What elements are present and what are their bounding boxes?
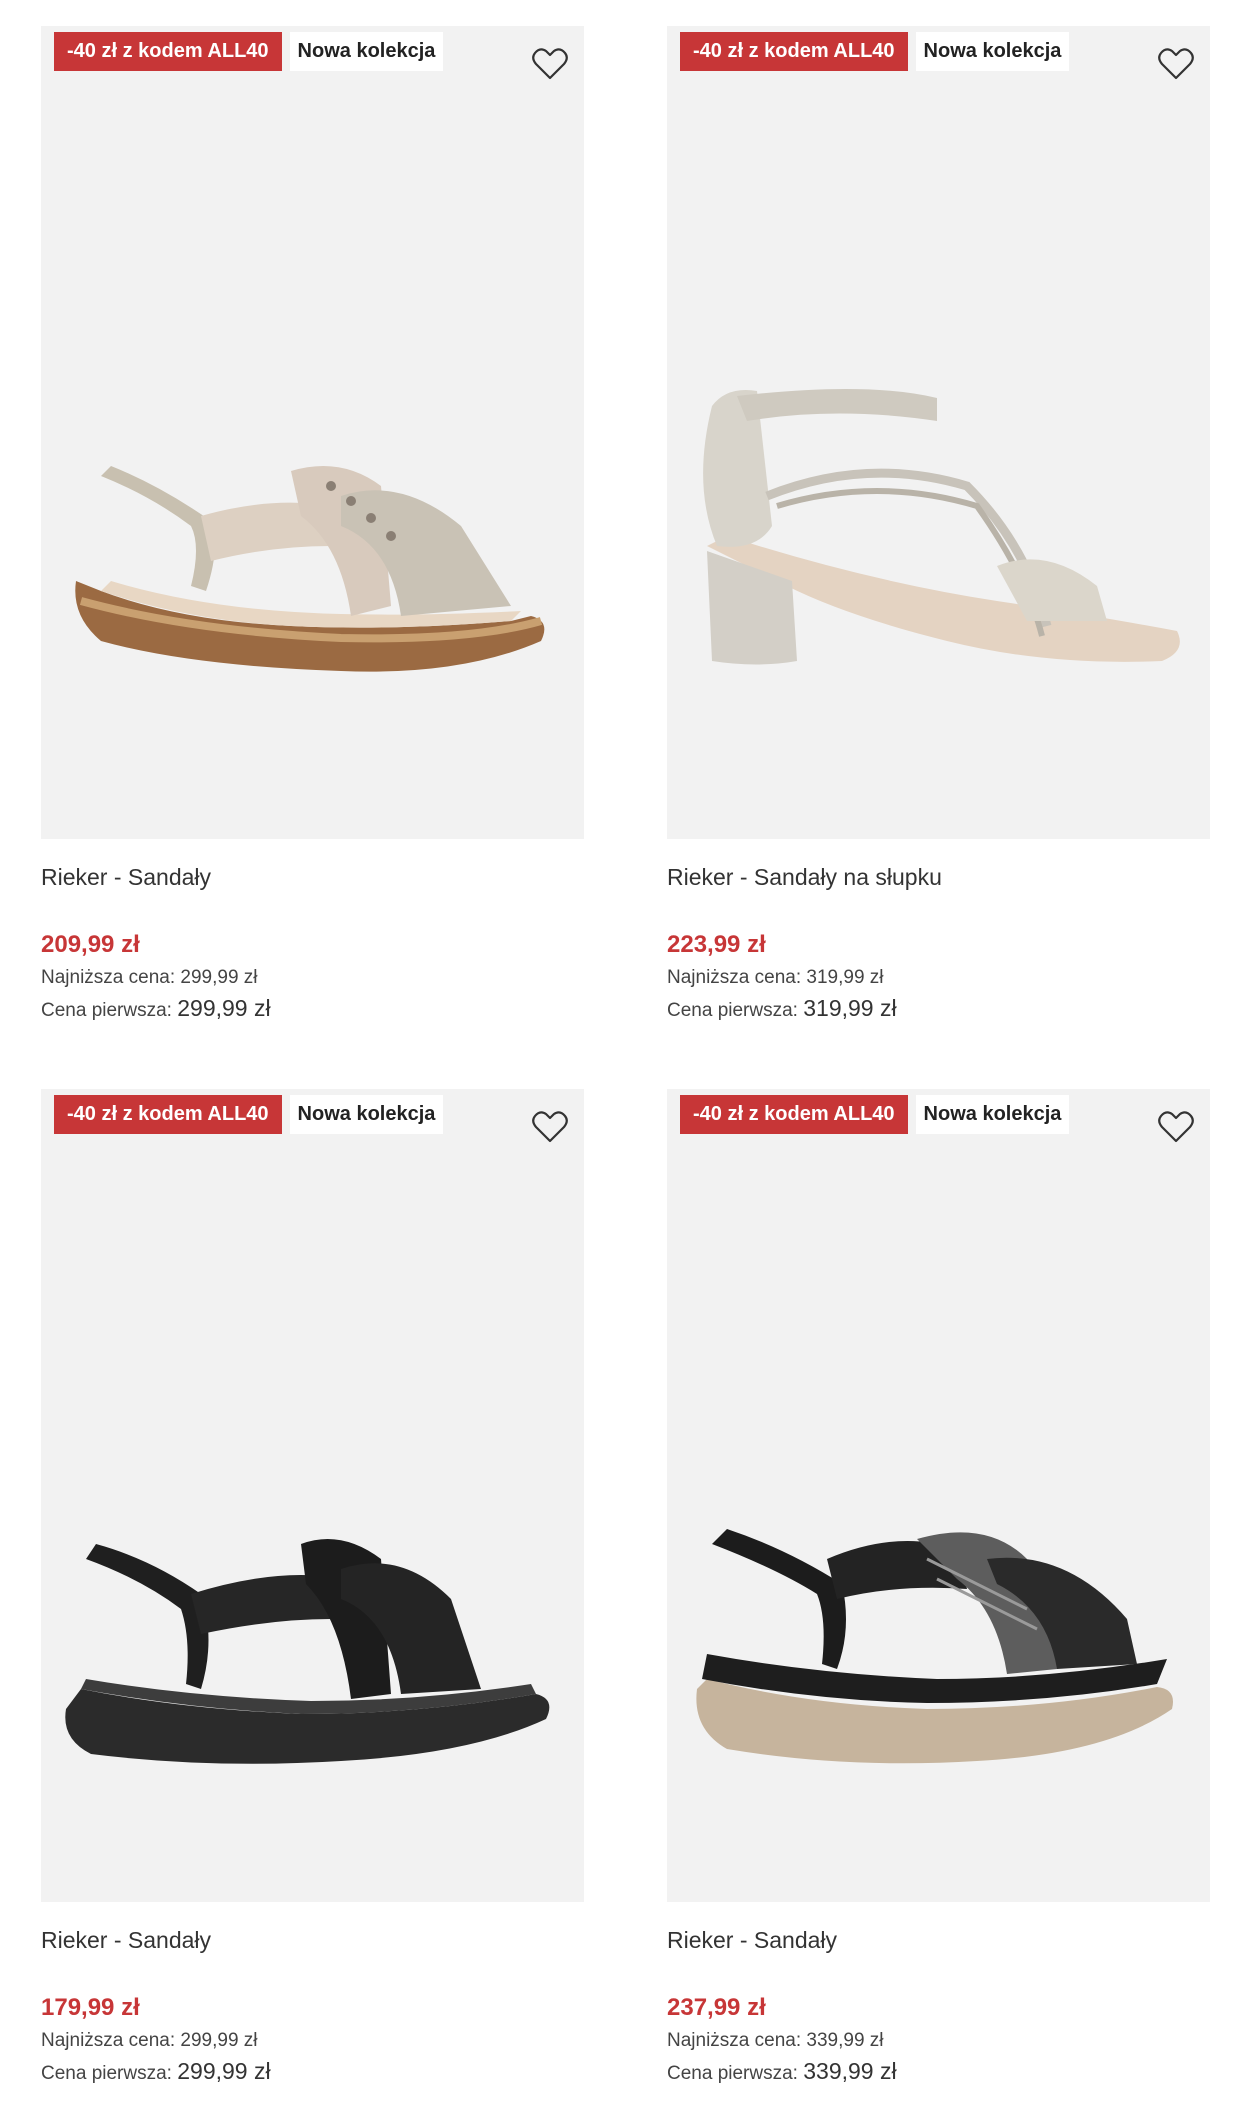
sandal-image xyxy=(75,466,545,672)
product-image[interactable]: -40 zł z kodem ALL40 Nowa kolekcja xyxy=(41,1089,584,1902)
first-price-label: Cena pierwsza: xyxy=(667,1000,798,1021)
heart-outline-icon[interactable] xyxy=(1156,1107,1196,1147)
first-price-label: Cena pierwsza: xyxy=(41,2063,172,2084)
first-price-value: 339,99 zł xyxy=(803,2058,897,2084)
heart-outline-icon[interactable] xyxy=(530,44,570,84)
lowest-price-label: Najniższa cena: xyxy=(667,2030,802,2051)
lowest-price-value: 319,99 zł xyxy=(806,967,884,988)
lowest-price-row: Najniższa cena: 339,99 zł xyxy=(667,2026,1210,2056)
badge-group: -40 zł z kodem ALL40 Nowa kolekcja xyxy=(54,32,444,71)
badge-group: -40 zł z kodem ALL40 Nowa kolekcja xyxy=(54,1095,444,1134)
product-card[interactable]: -40 zł z kodem ALL40 Nowa kolekcja Rieke… xyxy=(41,1089,584,2089)
first-price-value: 299,99 zł xyxy=(177,2058,271,2084)
first-price-row: Cena pierwsza: 339,99 zł xyxy=(667,2056,1210,2089)
lowest-price-label: Najniższa cena: xyxy=(41,967,176,988)
badge-group: -40 zł z kodem ALL40 Nowa kolekcja xyxy=(680,1095,1070,1134)
product-image[interactable]: -40 zł z kodem ALL40 Nowa kolekcja xyxy=(667,26,1210,839)
new-collection-badge: Nowa kolekcja xyxy=(915,1095,1070,1134)
first-price-row: Cena pierwsza: 319,99 zł xyxy=(667,993,1210,1026)
first-price-label: Cena pierwsza: xyxy=(667,2063,798,2084)
heart-outline-icon[interactable] xyxy=(1156,44,1196,84)
lowest-price-row: Najniższa cena: 319,99 zł xyxy=(667,963,1210,993)
heart-outline-icon[interactable] xyxy=(530,1107,570,1147)
product-title[interactable]: Rieker - Sandały xyxy=(667,1920,1210,1960)
product-price: 209,99 zł xyxy=(41,931,140,958)
product-card[interactable]: -40 zł z kodem ALL40 Nowa kolekcja Rieke… xyxy=(667,1089,1210,2089)
first-price-value: 299,99 zł xyxy=(177,995,271,1021)
sandal-image xyxy=(696,1529,1173,1764)
promo-badge: -40 zł z kodem ALL40 xyxy=(680,1095,908,1134)
promo-badge: -40 zł z kodem ALL40 xyxy=(54,1095,282,1134)
lowest-price-label: Najniższa cena: xyxy=(667,967,802,988)
product-price: 237,99 zł xyxy=(667,1994,766,2021)
product-price: 179,99 zł xyxy=(41,1994,140,2021)
product-image[interactable]: -40 zł z kodem ALL40 Nowa kolekcja xyxy=(41,26,584,839)
sandal-image xyxy=(65,1539,550,1764)
product-title[interactable]: Rieker - Sandały na słupku xyxy=(667,857,1210,897)
lowest-price-row: Najniższa cena: 299,99 zł xyxy=(41,963,584,993)
lowest-price-value: 339,99 zł xyxy=(806,2030,884,2051)
first-price-row: Cena pierwsza: 299,99 zł xyxy=(41,993,584,1026)
first-price-label: Cena pierwsza: xyxy=(41,1000,172,1021)
lowest-price-row: Najniższa cena: 299,99 zł xyxy=(41,2026,584,2056)
product-card[interactable]: -40 zł z kodem ALL40 Nowa kolekcja Rieke… xyxy=(667,26,1210,1026)
new-collection-badge: Nowa kolekcja xyxy=(915,32,1070,71)
sandal-image xyxy=(703,388,1180,665)
product-title[interactable]: Rieker - Sandały xyxy=(41,1920,584,1960)
first-price-row: Cena pierwsza: 299,99 zł xyxy=(41,2056,584,2089)
lowest-price-value: 299,99 zł xyxy=(180,967,258,988)
badge-group: -40 zł z kodem ALL40 Nowa kolekcja xyxy=(680,32,1070,71)
lowest-price-label: Najniższa cena: xyxy=(41,2030,176,2051)
new-collection-badge: Nowa kolekcja xyxy=(289,32,444,71)
lowest-price-value: 299,99 zł xyxy=(180,2030,258,2051)
product-image[interactable]: -40 zł z kodem ALL40 Nowa kolekcja xyxy=(667,1089,1210,1902)
product-title[interactable]: Rieker - Sandały xyxy=(41,857,584,897)
product-grid: -40 zł z kodem ALL40 Nowa kolekcja Rieke… xyxy=(0,0,1250,2123)
product-card[interactable]: -40 zł z kodem ALL40 Nowa kolekcja Rieke… xyxy=(41,26,584,1026)
promo-badge: -40 zł z kodem ALL40 xyxy=(54,32,282,71)
first-price-value: 319,99 zł xyxy=(803,995,897,1021)
promo-badge: -40 zł z kodem ALL40 xyxy=(680,32,908,71)
product-price: 223,99 zł xyxy=(667,931,766,958)
new-collection-badge: Nowa kolekcja xyxy=(289,1095,444,1134)
